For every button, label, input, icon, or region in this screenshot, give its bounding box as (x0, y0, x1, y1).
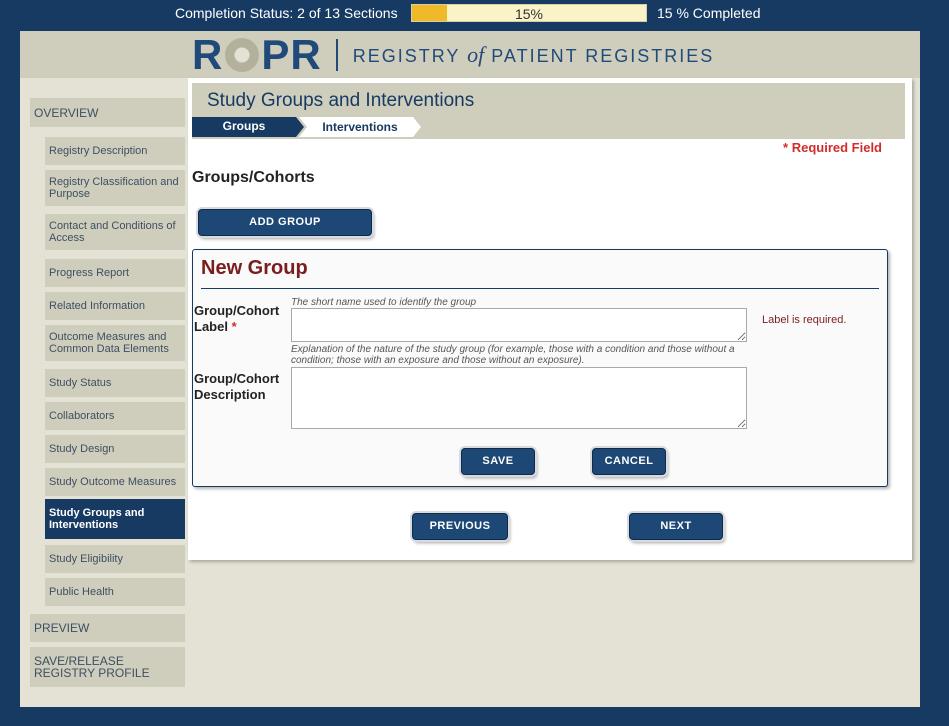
sidebar-item-study-outcome-measures[interactable]: Study Outcome Measures (45, 468, 185, 496)
add-group-button[interactable]: ADD GROUP (198, 209, 372, 236)
sidebar-item-collaborators[interactable]: Collaborators (45, 402, 185, 430)
sidebar-item-study-eligibility[interactable]: Study Eligibility (45, 545, 185, 573)
sidebar-item-public-health[interactable]: Public Health (45, 578, 185, 606)
logo-o-circle-icon (225, 38, 260, 72)
app-frame: R PR REGISTRY of PATIENT REGISTRIES OVER… (20, 31, 920, 707)
groups-cohorts-heading: Groups/Cohorts (192, 169, 315, 186)
tab-bar: Interventions Groups (192, 117, 432, 137)
group-description-field-label: Group/Cohort Description (194, 371, 280, 402)
logo-letters-pr: PR (261, 31, 322, 78)
logo-divider (335, 39, 338, 71)
new-group-title: New Group (201, 257, 308, 279)
tagline-of: of (467, 42, 485, 67)
header: R PR REGISTRY of PATIENT REGISTRIES (20, 31, 920, 78)
logo-tagline: REGISTRY of PATIENT REGISTRIES (353, 42, 715, 68)
sidebar-item-study-status[interactable]: Study Status (45, 369, 185, 397)
group-label-input[interactable] (291, 308, 747, 342)
required-star: * (783, 140, 789, 155)
sidebar-item-registry-description[interactable]: Registry Description (45, 137, 185, 165)
sidebar-item-related-information[interactable]: Related Information (45, 292, 185, 320)
group-description-hint: Explanation of the nature of the study g… (291, 344, 735, 366)
new-group-divider (201, 288, 879, 289)
tagline-patient-registries: PATIENT REGISTRIES (491, 46, 715, 66)
group-label-required-star: * (231, 319, 237, 334)
page-title: Study Groups and Interventions (207, 90, 475, 111)
group-label-field-label: Group/Cohort Label * (194, 303, 288, 335)
sidebar-item-contact-conditions[interactable]: Contact and Conditions of Access (45, 214, 185, 250)
tab-interventions[interactable]: Interventions (299, 117, 421, 137)
sidebar-section-overview[interactable]: OVERVIEW (30, 98, 185, 127)
group-label-hint: The short name used to identify the grou… (291, 297, 477, 308)
title-bar: Study Groups and Interventions Intervent… (192, 83, 905, 139)
sidebar-item-registry-classification[interactable]: Registry Classification and Purpose (45, 170, 185, 206)
tab-groups[interactable]: Groups (192, 117, 304, 137)
ropr-logo: R PR REGISTRY of PATIENT REGISTRIES (192, 31, 715, 78)
sidebar-section-preview[interactable]: PREVIEW (30, 614, 185, 642)
completed-text: 15 % Completed (657, 5, 761, 21)
save-button[interactable]: SAVE (461, 448, 535, 475)
logo-letter-r: R (192, 31, 224, 78)
sidebar-item-study-design[interactable]: Study Design (45, 435, 185, 463)
cancel-button[interactable]: CANCEL (592, 448, 666, 475)
group-label-error: Label is required. (762, 314, 847, 326)
required-field-text: Required Field (791, 140, 882, 155)
previous-button[interactable]: PREVIOUS (412, 513, 508, 540)
sidebar-section-save-release[interactable]: SAVE/RELEASE REGISTRY PROFILE (30, 647, 185, 687)
completion-status-text: Completion Status: 2 of 13 Sections (175, 5, 398, 21)
progress-percent-text: 15% (514, 6, 544, 22)
required-field-note: * Required Field (783, 140, 882, 155)
progress-bar: 15% (411, 4, 647, 22)
completion-status-bar: Completion Status: 2 of 13 Sections 15% … (0, 0, 949, 28)
sidebar-item-progress-report[interactable]: Progress Report (45, 259, 185, 287)
new-group-panel: New Group The short name used to identif… (192, 249, 888, 487)
next-button[interactable]: NEXT (629, 513, 723, 540)
main-content: Study Groups and Interventions Intervent… (188, 78, 912, 560)
group-description-input[interactable] (291, 367, 747, 429)
sidebar-item-study-groups-interventions[interactable]: Study Groups and Interventions (45, 499, 185, 539)
tagline-registry: REGISTRY (352, 46, 461, 66)
sidebar-item-outcome-measures[interactable]: Outcome Measures and Common Data Element… (45, 325, 185, 361)
